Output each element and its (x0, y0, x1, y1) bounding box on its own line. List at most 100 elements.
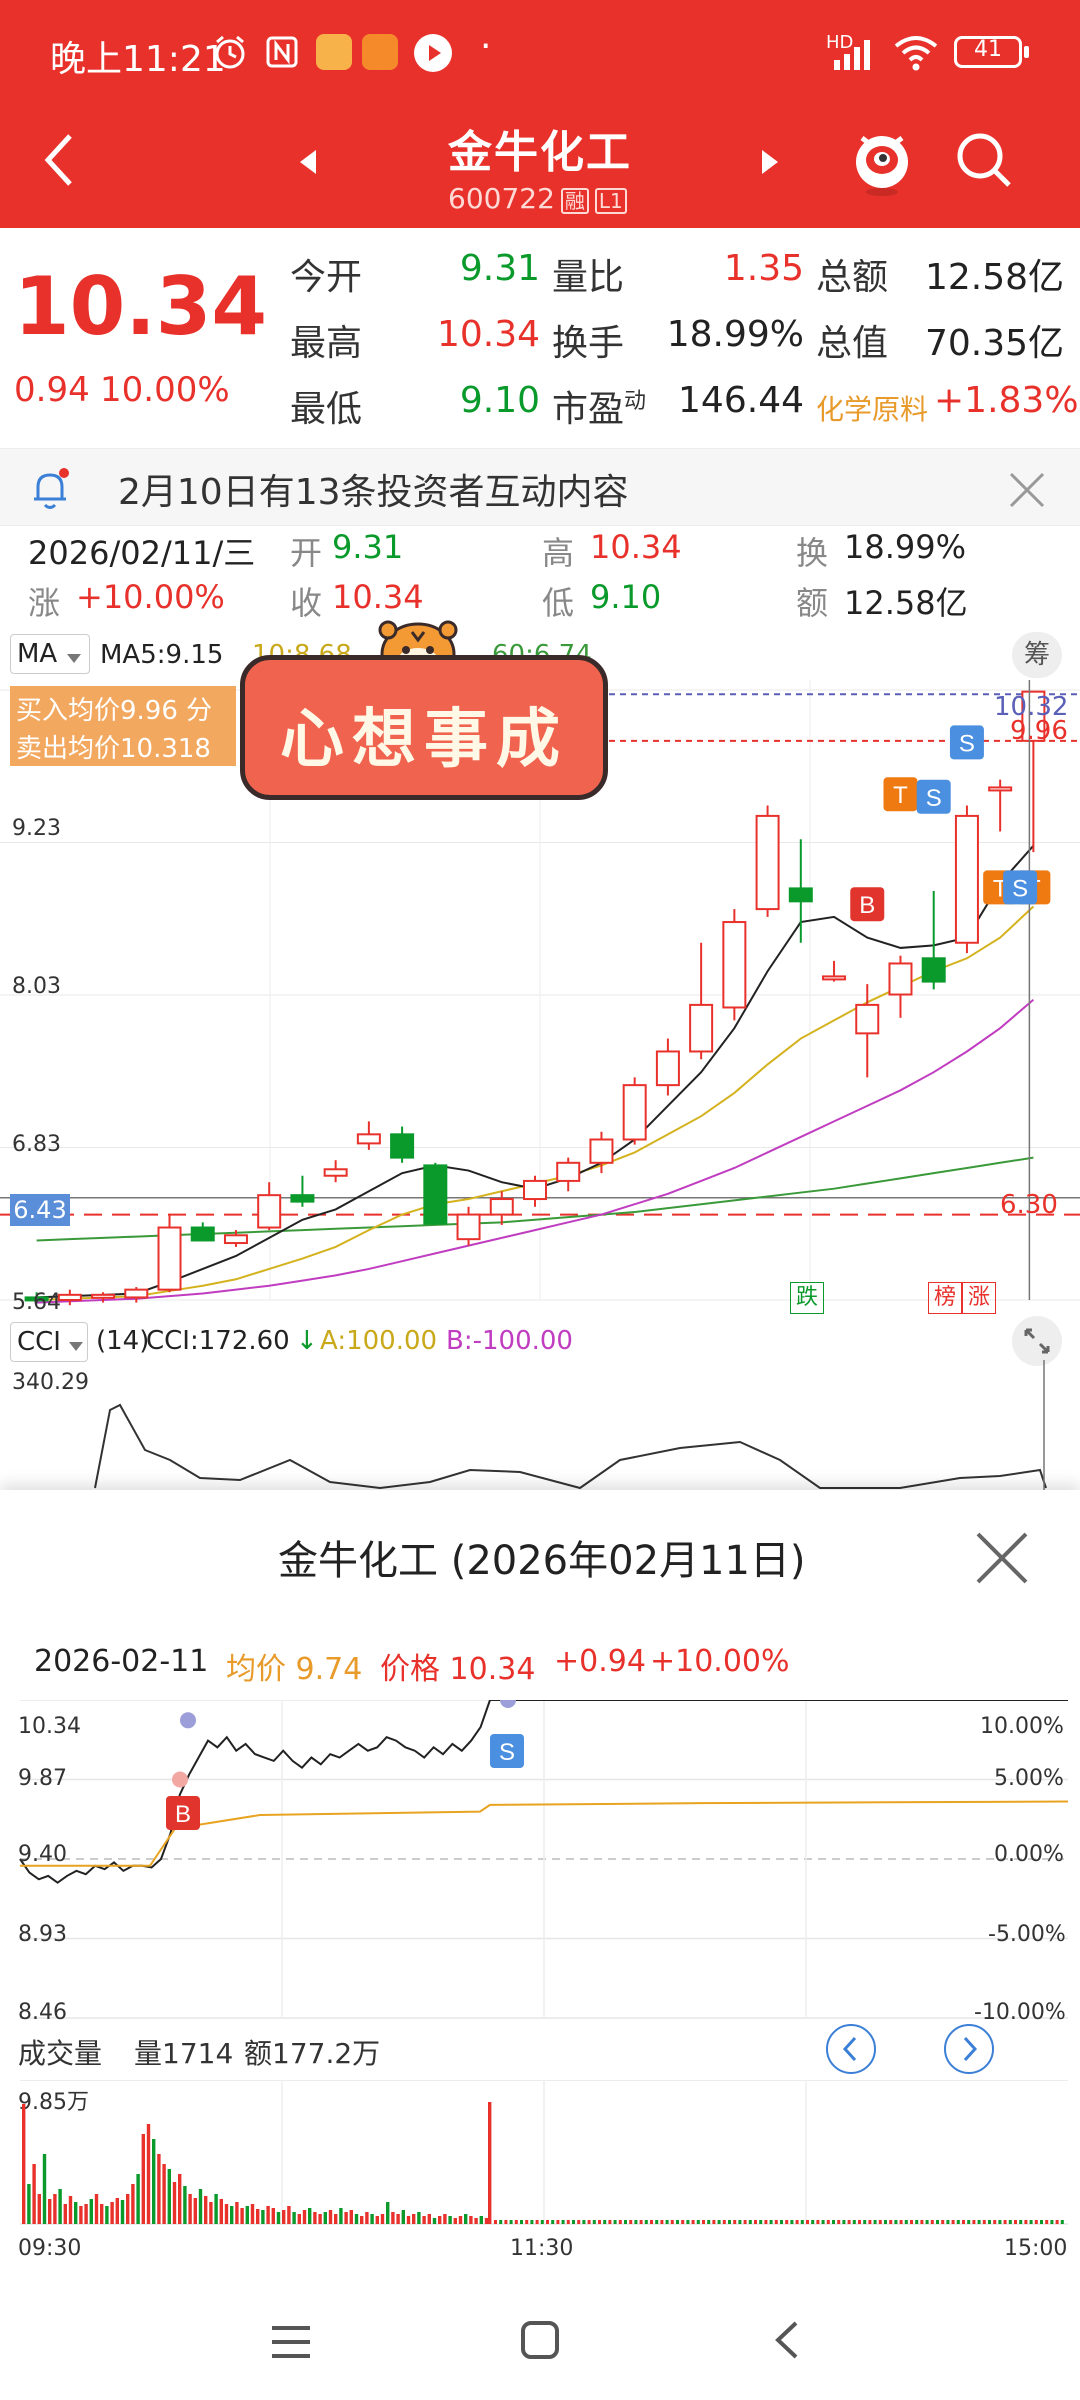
volume-bar (157, 2154, 161, 2224)
volume-bar-small (795, 2220, 799, 2224)
volume-bar (146, 2124, 151, 2224)
volume-bar (131, 2184, 135, 2224)
expand-icon[interactable] (1012, 1316, 1062, 1366)
volume-bar (443, 2214, 447, 2224)
volume-bar (245, 2206, 249, 2224)
price-change: 0.94 (14, 370, 90, 410)
marker-rank[interactable]: 榜 (928, 1282, 962, 1314)
investor-notice-bar[interactable]: 2月10日有13条投资者互动内容 (0, 448, 1080, 526)
volume-bar (292, 2212, 296, 2224)
volume-bar (68, 2196, 73, 2224)
volume-bar (172, 2182, 177, 2224)
popup-title: 金牛化工 (2026年02月11日) (278, 1538, 806, 1584)
chip-distribution-button[interactable]: 筹 (1012, 632, 1062, 678)
candle-body (290, 1194, 315, 1203)
search-icon[interactable] (954, 130, 1014, 194)
sector-name[interactable]: 化学原料 (816, 388, 928, 428)
day-amt: 12.58亿 (844, 584, 968, 622)
volume-bar (432, 2218, 437, 2224)
home-icon[interactable] (520, 2320, 560, 2364)
trade-marker-s3-text: S (1012, 875, 1028, 902)
volume-bar (198, 2189, 203, 2224)
volume-bar (458, 2216, 463, 2224)
volume-bar-small (535, 2220, 539, 2224)
menu-icon[interactable] (270, 2324, 312, 2364)
cci-b-value: B:-100.00 (446, 1326, 573, 1356)
candle-body (622, 1084, 647, 1141)
volume-bar (224, 2204, 229, 2224)
volume-bar-small (956, 2220, 960, 2224)
buy-point-dot-2 (172, 1771, 188, 1788)
volume-bar-small (967, 2220, 971, 2224)
volume-bar-small (754, 2220, 757, 2224)
volume-bar (427, 2214, 431, 2224)
volume-bar-small (592, 2220, 596, 2224)
volume-bar-small (509, 2220, 513, 2224)
volume-bar (167, 2169, 171, 2224)
time-noon: 11:30 (510, 2236, 574, 2261)
volume-bar-small (561, 2220, 565, 2224)
volume-bar (318, 2214, 322, 2224)
volume-bar (287, 2206, 291, 2224)
popup-price: 价格 10.34 (380, 1652, 536, 1687)
assistant-mascot-icon[interactable] (850, 124, 914, 200)
volume-bar-small (702, 2220, 705, 2224)
back-arrow-icon[interactable] (40, 130, 80, 194)
amount-value: 额177.2万 (244, 2037, 381, 2070)
intraday-left-label-5: 8.46 (18, 2000, 67, 2025)
volume-bar-small (644, 2220, 648, 2224)
intraday-popup: 金牛化工 (2026年02月11日) 2026-02-11 均价 9.74 价格… (0, 1490, 1080, 2310)
cci-selector[interactable]: CCI (10, 1322, 88, 1362)
volume-bar-small (603, 2220, 607, 2224)
popup-date: 2026-02-11 (34, 1644, 209, 1679)
turnover-rate-value: 18.99% (666, 314, 804, 355)
volume-bar-small (910, 2220, 913, 2224)
volume-bar (115, 2198, 119, 2224)
wifi-icon (892, 34, 940, 76)
volume-bar (302, 2210, 307, 2224)
close-icon[interactable] (1008, 471, 1046, 513)
intraday-right-label-5: -10.00% (974, 2000, 1066, 2025)
buy-point-dot (180, 1712, 196, 1729)
volume-bar (334, 2214, 338, 2224)
ma-selector[interactable]: MA (10, 634, 90, 674)
prev-day-button[interactable] (826, 2024, 876, 2074)
volume-bar (42, 2154, 47, 2224)
volume-bar-small (899, 2220, 903, 2224)
volume-bar-small (915, 2220, 919, 2224)
system-back-icon[interactable] (772, 2320, 802, 2364)
volume-bar (474, 2218, 478, 2224)
day-close-label: 收 (290, 584, 323, 622)
blessing-sticker: 心想事成 (240, 655, 608, 800)
intraday-chart[interactable]: BS (0, 1700, 1080, 2030)
previous-stock-icon[interactable] (296, 148, 320, 180)
popup-close-icon[interactable] (974, 1530, 1030, 1590)
volume-bar (479, 2216, 483, 2224)
volume-bar-small (748, 2220, 752, 2224)
candle-body (722, 921, 747, 1009)
video-app-icon (414, 34, 452, 72)
volume-bar-small (769, 2220, 773, 2224)
volume-bar (417, 2212, 421, 2224)
marker-limit-up[interactable]: 涨 (962, 1282, 996, 1314)
next-stock-icon[interactable] (758, 148, 782, 180)
next-day-button[interactable] (944, 2024, 994, 2074)
volume-bar-small (873, 2220, 877, 2224)
sector-change: +1.83% (934, 380, 1079, 421)
volume-bar-small (587, 2220, 591, 2224)
volume-bar-small (1024, 2220, 1028, 2224)
volume-bar (110, 2202, 114, 2224)
volume-bar (422, 2216, 426, 2224)
popup-change: +0.94 (554, 1644, 646, 1679)
trade-marker-buy-text: B (859, 892, 875, 919)
chevron-down-icon (67, 649, 81, 668)
volume-bar (339, 2208, 343, 2224)
candle-body (523, 1179, 547, 1201)
volume-bar-small (972, 2220, 976, 2224)
volume-bar-small (733, 2220, 737, 2224)
marker-fall[interactable]: 跌 (790, 1282, 824, 1314)
pe-dynamic-mark: 动 (624, 389, 647, 414)
volume-bar (22, 2104, 26, 2224)
volume-bar-small (868, 2220, 872, 2224)
volume-bar (344, 2212, 348, 2224)
